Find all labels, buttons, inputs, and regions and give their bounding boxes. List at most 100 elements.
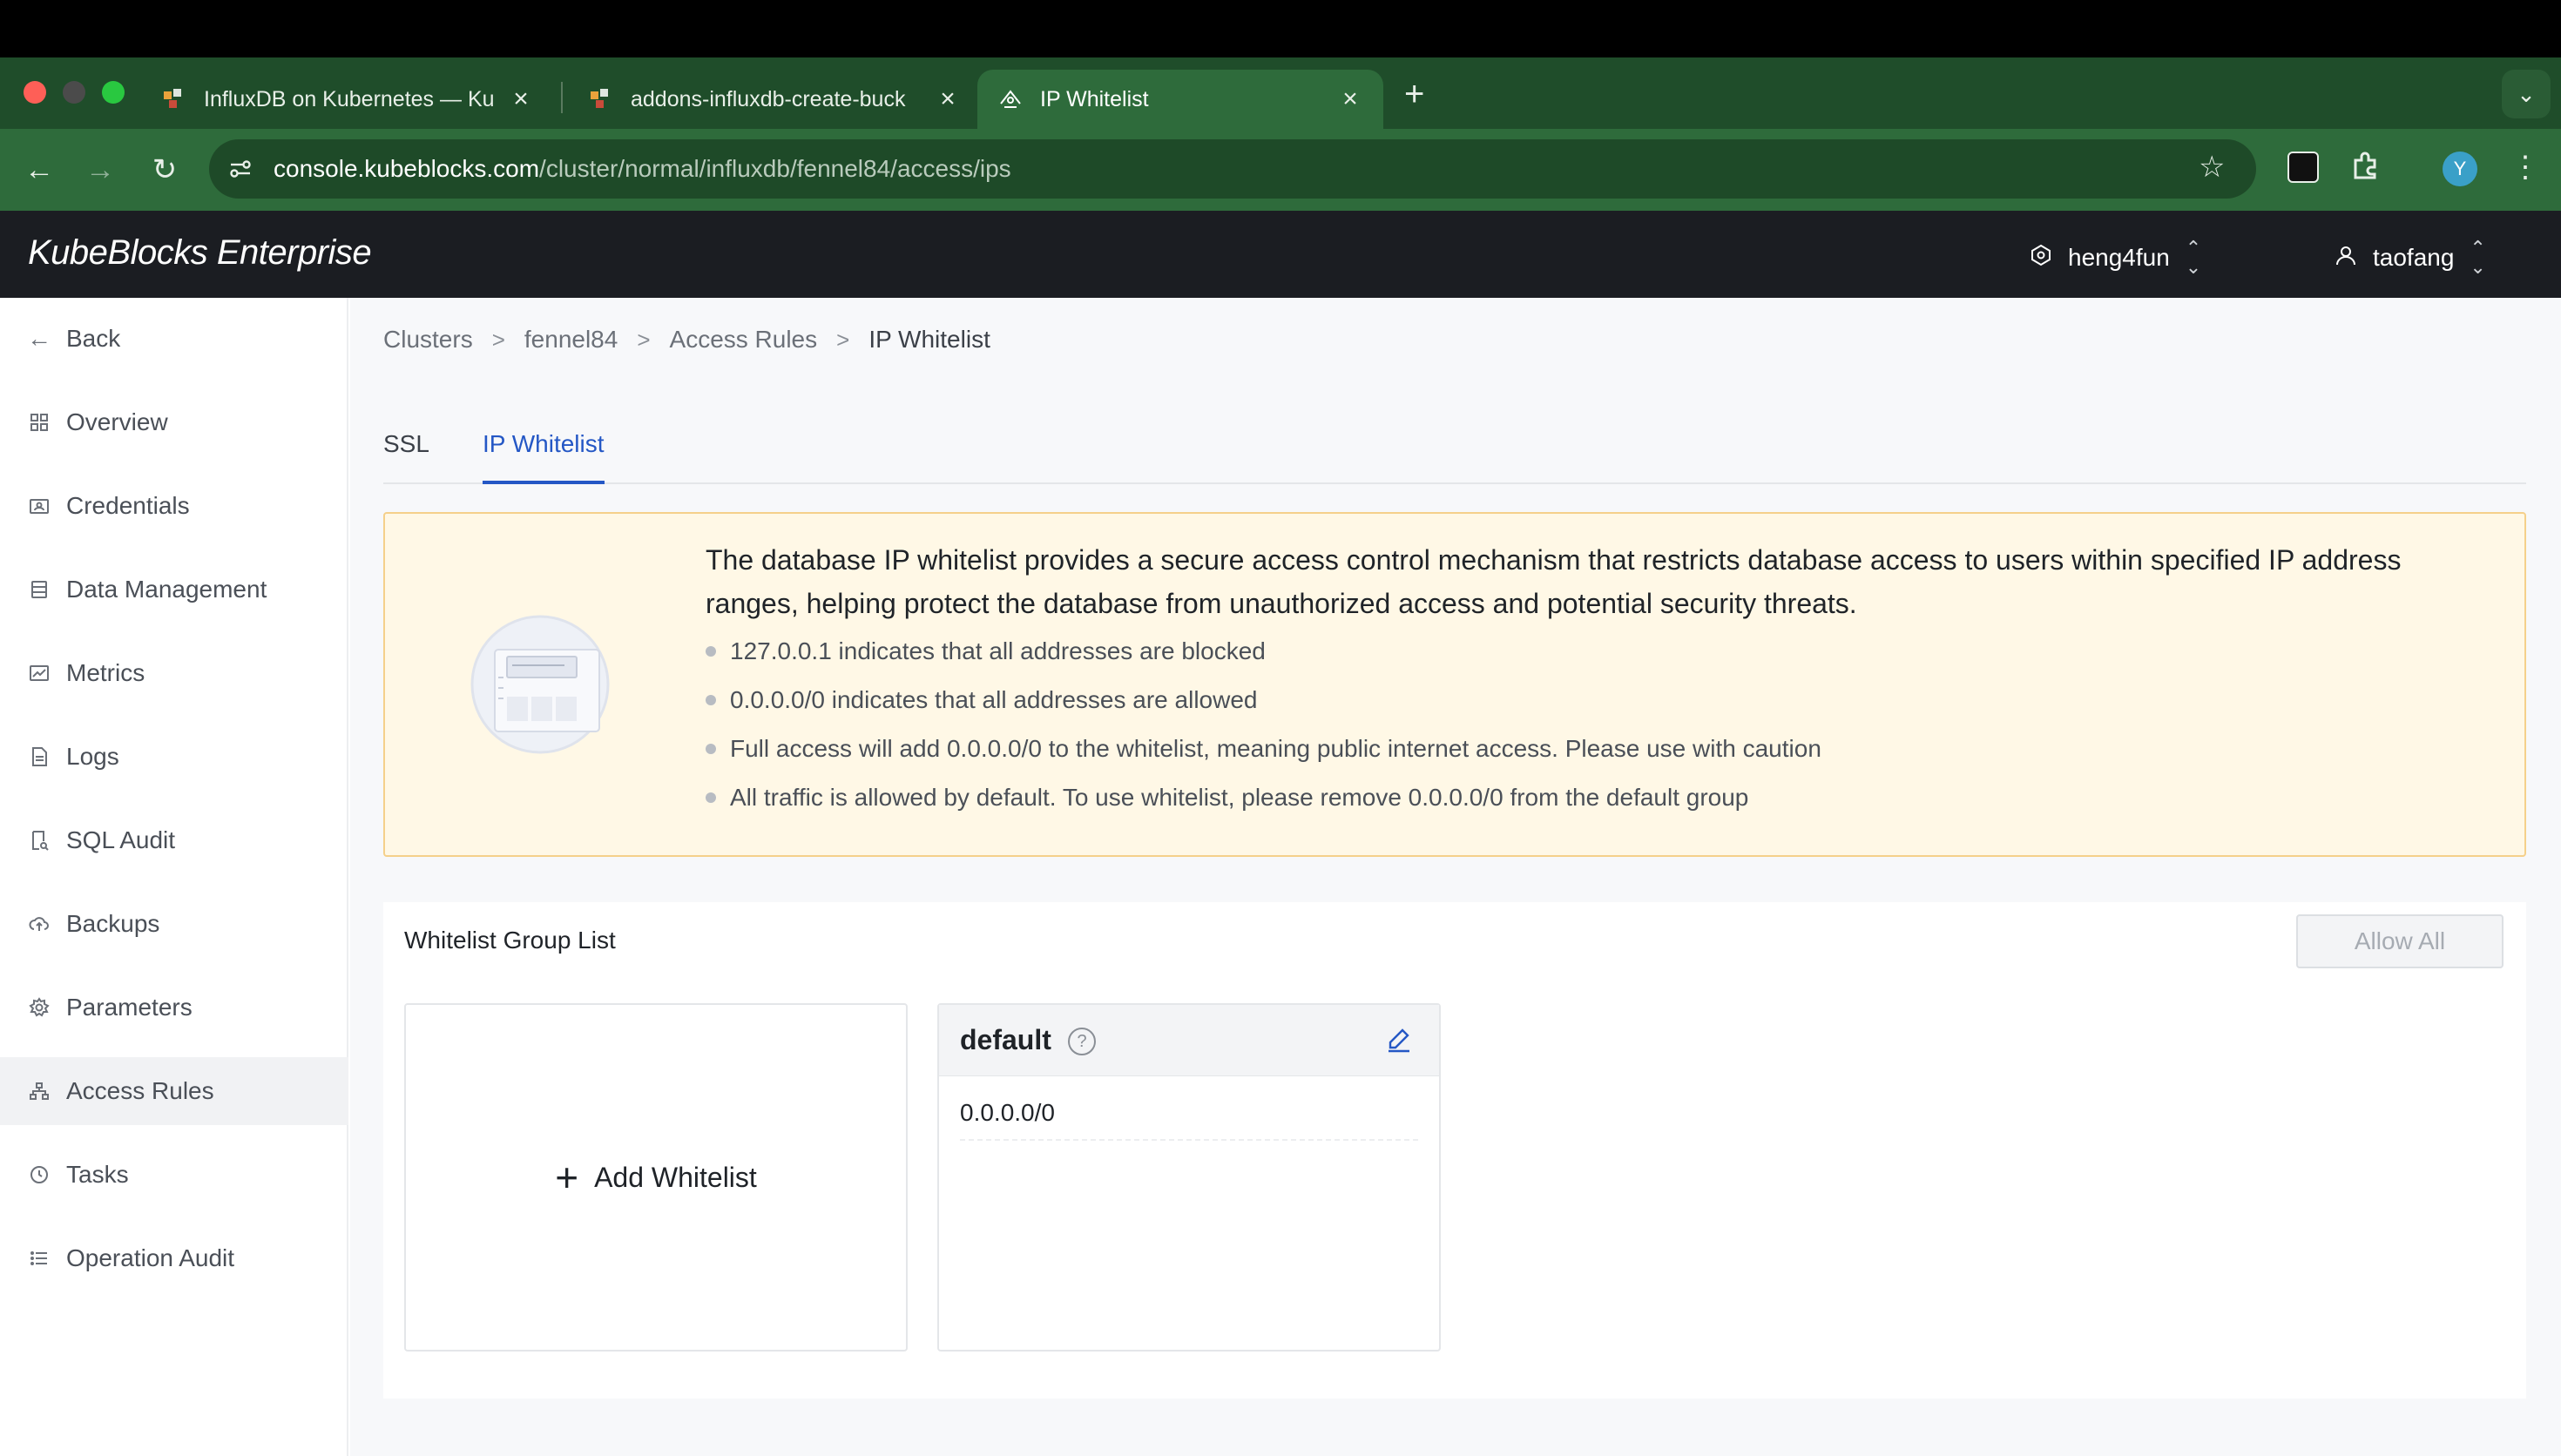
allow-all-button[interactable]: Allow All [2296, 914, 2504, 968]
sidebar-item-access-rules[interactable]: Access Rules [0, 1057, 348, 1125]
edit-pencil-icon[interactable] [1385, 1026, 1416, 1057]
arrow-left-icon: ← [27, 325, 51, 352]
sidebar-item-backups[interactable]: Backups [0, 890, 348, 958]
bullet-dot [706, 792, 716, 803]
sidebar-item-label: SQL Audit [66, 826, 176, 853]
breadcrumb-current: IP Whitelist [868, 326, 990, 353]
sidebar-item-metrics[interactable]: Metrics [0, 639, 348, 707]
site-settings-icon[interactable] [225, 153, 256, 185]
sidebar-item-label: Logs [66, 743, 119, 770]
kubeblocks-icon [160, 85, 188, 113]
user-icon [2335, 244, 2357, 273]
sidebar-item-label: Tasks [66, 1161, 129, 1188]
close-icon[interactable]: × [934, 84, 962, 114]
gear-icon [26, 994, 52, 1021]
tab-search-button[interactable]: ⌄ [2502, 70, 2551, 118]
bullet-dot [706, 646, 716, 657]
breadcrumb-clusters[interactable]: Clusters [383, 326, 473, 354]
url-host: console.kubeblocks.com [274, 155, 540, 182]
sidebar-item-operation-audit[interactable]: Operation Audit [0, 1224, 348, 1292]
chevron-updown-icon: ⌃ ⌄ [2185, 237, 2202, 278]
bullet-dot [706, 744, 716, 754]
audit-icon [26, 827, 52, 853]
profile-avatar[interactable]: Y [2443, 152, 2477, 186]
kubeblocks-enterprise-icon [997, 85, 1024, 113]
group-ip-entry: 0.0.0.0/0 [960, 1099, 1418, 1141]
new-tab-button[interactable]: + [1404, 77, 1424, 111]
sidebar-item-back[interactable]: ← Back [0, 305, 348, 373]
sidebar-item-label: Access Rules [66, 1077, 214, 1104]
sidebar-item-label: Credentials [66, 492, 190, 519]
clock-icon [26, 1162, 52, 1188]
tab-ssl[interactable]: SSL [383, 430, 429, 481]
breadcrumb: Clusters > fennel84 > Access Rules > IP … [383, 326, 990, 354]
cloud-upload-icon [26, 911, 52, 937]
window-zoom-button[interactable] [102, 81, 125, 104]
plus-icon: + [555, 1155, 579, 1200]
database-icon [26, 576, 52, 603]
tab-ip-whitelist[interactable]: IP Whitelist [483, 430, 605, 484]
network-icon [26, 1078, 52, 1104]
whitelist-illustration [469, 615, 612, 754]
sidebar-item-data-management[interactable]: Data Management [0, 556, 348, 624]
chart-icon [26, 660, 52, 686]
add-whitelist-card[interactable]: + Add Whitelist [404, 1003, 908, 1352]
org-switcher[interactable]: heng4fun ⌃ ⌄ [2030, 239, 2201, 277]
notice-bullet-text: 127.0.0.1 indicates that all addresses a… [730, 637, 1266, 664]
close-icon[interactable]: × [507, 84, 535, 114]
app-brand-logo[interactable]: KubeBlocks Enterprise [28, 233, 372, 273]
browser-tab-3-active[interactable]: IP Whitelist × [977, 70, 1383, 129]
sidebar-item-label: Parameters [66, 994, 193, 1021]
notice-bullet-text: 0.0.0.0/0 indicates that all addresses a… [730, 686, 1258, 713]
breadcrumb-access-rules[interactable]: Access Rules [670, 326, 818, 354]
user-name: taofang [2373, 244, 2455, 271]
window-minimize-button[interactable] [63, 81, 85, 104]
sidebar-item-parameters[interactable]: Parameters [0, 974, 348, 1041]
sidebar-item-label: Backups [66, 910, 160, 937]
sidebar-item-label: Data Management [66, 576, 267, 603]
browser-menu-icon[interactable]: ⋮ [2510, 150, 2540, 185]
page-tabs: SSL IP Whitelist [383, 409, 2526, 484]
browser-tab-1[interactable]: InfluxDB on Kubernetes — Ku × [141, 70, 554, 129]
browser-tab-title: addons-influxdb-create-buck [631, 86, 906, 111]
notice-bullet: 127.0.0.1 indicates that all addresses a… [706, 637, 1266, 665]
browser-tab-2[interactable]: addons-influxdb-create-buck × [568, 70, 981, 129]
chevron-right-icon: > [491, 326, 505, 353]
notice-bullet: Full access will add 0.0.0.0/0 to the wh… [706, 735, 1821, 763]
window-close-button[interactable] [24, 81, 46, 104]
chevron-updown-icon: ⌃ ⌄ [2470, 237, 2486, 278]
reload-icon[interactable]: ↻ [143, 148, 186, 192]
list-icon [26, 1245, 52, 1271]
user-menu[interactable]: taofang ⌃ ⌄ [2335, 239, 2486, 277]
close-icon[interactable]: × [1336, 84, 1364, 114]
sidebar-item-tasks[interactable]: Tasks [0, 1141, 348, 1209]
bookmark-star-icon[interactable]: ☆ [2199, 150, 2225, 185]
os-top-strip [0, 0, 2561, 57]
tab-separator [561, 82, 563, 113]
notice-bullet: 0.0.0.0/0 indicates that all addresses a… [706, 686, 1258, 714]
help-circle-icon[interactable]: ? [1068, 1028, 1096, 1055]
org-name: heng4fun [2068, 244, 2170, 271]
breadcrumb-cluster[interactable]: fennel84 [524, 326, 618, 354]
sidebar-item-label: Metrics [66, 659, 145, 686]
address-url[interactable]: console.kubeblocks.com/cluster/normal/in… [274, 155, 1011, 183]
grid-icon [26, 409, 52, 435]
add-whitelist-label: Add Whitelist [594, 1161, 757, 1193]
sidebar-item-logs[interactable]: Logs [0, 723, 348, 791]
browser-tab-title: InfluxDB on Kubernetes — Ku [204, 86, 495, 111]
bullet-dot [706, 695, 716, 705]
sidebar-item-label: Operation Audit [66, 1244, 235, 1271]
sidebar-item-credentials[interactable]: Credentials [0, 472, 348, 540]
back-arrow-icon[interactable]: ← [17, 148, 61, 192]
puzzle-extensions-icon[interactable] [2348, 150, 2383, 185]
sidebar-item-label: Overview [66, 408, 168, 435]
notice-bullet: All traffic is allowed by default. To us… [706, 784, 1748, 812]
credential-icon [26, 493, 52, 519]
sidebar-item-overview[interactable]: Overview [0, 388, 348, 456]
extension-icon[interactable] [2287, 152, 2319, 183]
forward-arrow-icon[interactable]: → [78, 148, 122, 192]
browser-tab-title: IP Whitelist [1040, 86, 1149, 111]
chevron-right-icon: > [637, 326, 651, 353]
notice-bullet-text: Full access will add 0.0.0.0/0 to the wh… [730, 735, 1821, 762]
sidebar-item-sql-audit[interactable]: SQL Audit [0, 806, 348, 874]
